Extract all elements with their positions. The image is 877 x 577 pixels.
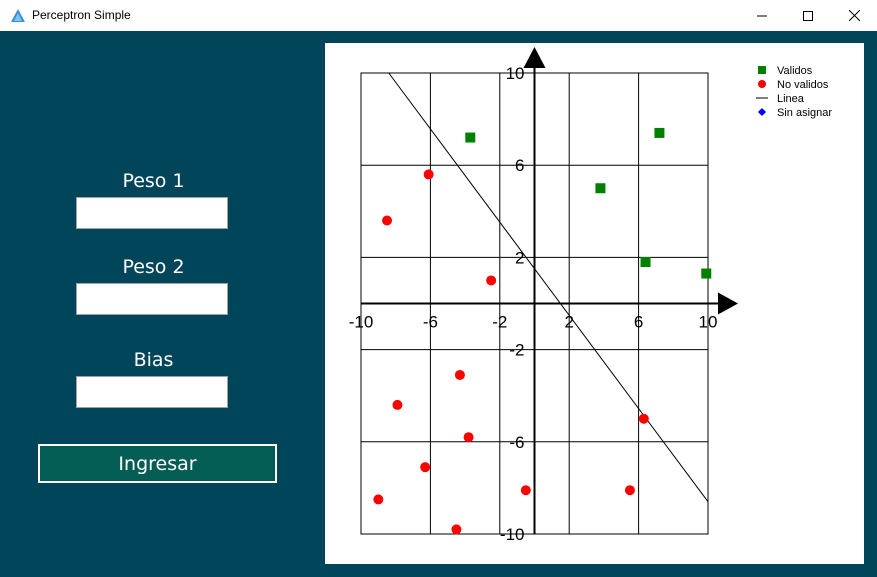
ingresar-button[interactable]: Ingresar (38, 444, 277, 483)
y-tick-label: 10 (506, 64, 525, 83)
legend-square-marker (758, 66, 766, 74)
close-button[interactable] (831, 0, 877, 31)
x-tick-label: -10 (349, 313, 374, 332)
maximize-icon (803, 10, 813, 21)
valid-point (465, 132, 476, 143)
bias-label: Bias (133, 349, 174, 371)
invalid-point (420, 462, 431, 473)
chart-panel: -10 -6 -2 2 6 10 -10 -6 -2 2 6 10 Validos No validos L… (325, 43, 864, 564)
legend-label: Validos (777, 65, 813, 77)
invalid-point (373, 494, 384, 505)
y-tick-label: 2 (515, 248, 524, 267)
invalid-point (423, 169, 434, 180)
y-tick-label: -10 (500, 525, 525, 544)
window-title: Perceptron Simple (32, 8, 131, 22)
legend-label: Sin asignar (777, 107, 832, 119)
invalid-point (392, 399, 403, 410)
legend: Validos No validos Linea Sin asignar (756, 65, 832, 119)
valid-point (640, 257, 651, 268)
scatter-chart: -10 -6 -2 2 6 10-10-6-22610 ValidosNo validosL… (349, 47, 832, 544)
invalid-point (454, 369, 465, 380)
invalid-point (382, 215, 393, 226)
legend-circle-marker (758, 80, 766, 88)
minimize-icon (757, 15, 767, 16)
invalid-point (638, 413, 649, 424)
legend-diamond-marker (758, 108, 766, 116)
peso1-label: Peso 1 (122, 170, 185, 192)
title-bar: Perceptron Simple (0, 0, 877, 31)
x-axis-arrow (718, 292, 738, 315)
invalid-point (624, 485, 635, 496)
main-panel: Peso 1 Peso 2 Bias Ingresar -10 -6 -2 2 6 10 -… (0, 31, 877, 577)
peso1-input[interactable] (76, 197, 228, 229)
x-tick-label: 6 (634, 313, 643, 332)
y-tick-label: -6 (509, 433, 524, 452)
peso2-label: Peso 2 (122, 256, 185, 278)
invalid-point (463, 432, 474, 443)
invalid-point (486, 275, 497, 286)
x-tick-label: 10 (699, 313, 718, 332)
invalid-point (520, 485, 531, 496)
app-icon (11, 9, 25, 22)
legend-label: No validos (777, 79, 829, 91)
x-tick-label: -2 (492, 313, 507, 332)
minimize-button[interactable] (739, 0, 785, 31)
y-axis-arrow (523, 47, 546, 68)
bias-input[interactable] (76, 376, 228, 408)
valid-point (595, 183, 606, 194)
maximize-button[interactable] (785, 0, 831, 31)
x-tick-label: -6 (423, 313, 438, 332)
axes (361, 47, 738, 534)
invalid-point (451, 524, 462, 535)
close-icon (848, 10, 860, 21)
y-tick-label: 6 (515, 156, 524, 175)
valid-point (701, 268, 712, 279)
legend-label: Linea (777, 93, 805, 105)
y-tick-label: -2 (509, 341, 524, 360)
valid-point (654, 127, 665, 138)
peso2-input[interactable] (76, 283, 228, 315)
